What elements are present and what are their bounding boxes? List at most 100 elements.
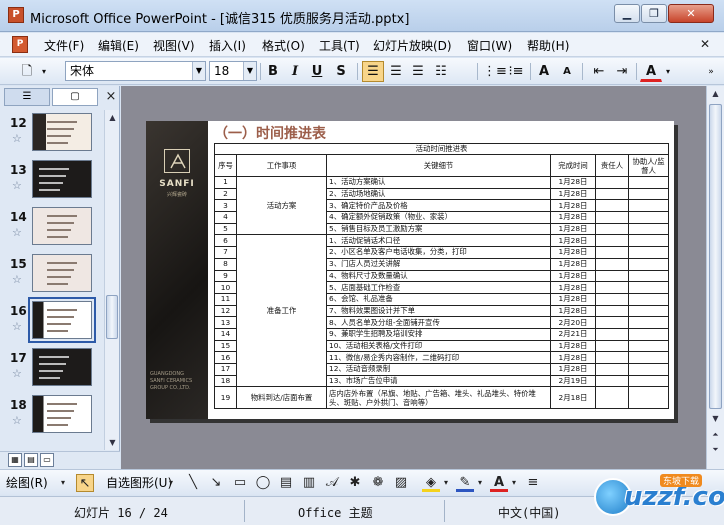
textbox-icon[interactable]: ▤ [277, 474, 295, 492]
font-size-combo[interactable]: 18 ▼ [209, 61, 257, 81]
completion-date: 1月28日 [550, 363, 596, 376]
animation-star-icon[interactable]: ☆ [12, 320, 22, 333]
diagram-icon[interactable]: ✱ [346, 474, 364, 492]
animation-star-icon[interactable]: ☆ [12, 226, 22, 239]
scroll-thumb[interactable] [709, 104, 722, 409]
increase-indent-icon[interactable]: ⇥ [611, 61, 633, 82]
menu-file[interactable]: 文件(F) [44, 37, 84, 54]
fill-color-icon[interactable]: ◈ [422, 474, 440, 492]
thumbnail-line [47, 269, 74, 271]
scroll-down-icon[interactable]: ▼ [105, 435, 120, 450]
scroll-thumb[interactable] [106, 295, 118, 339]
oval-tool-icon[interactable]: ◯ [254, 474, 272, 492]
slide-thumbnail[interactable]: 13 ☆ [0, 157, 104, 203]
line-style-icon[interactable]: ≡ [524, 474, 542, 492]
menu-view[interactable]: 视图(V) [153, 37, 195, 54]
numbering-icon[interactable]: ⋮≡ [482, 61, 507, 82]
sorter-view-icon[interactable]: ▤ [24, 453, 38, 467]
menu-format[interactable]: 格式(O) [262, 37, 305, 54]
animation-star-icon[interactable]: ☆ [12, 273, 22, 286]
slide-thumbnail[interactable]: 12 ☆ [0, 110, 104, 156]
close-button[interactable]: ✕ [668, 4, 714, 23]
toolbar-overflow-icon[interactable]: » [704, 61, 718, 82]
slide-scrollbar[interactable]: ▲ ▼ ⏶ ⏷ [706, 86, 724, 469]
align-center-icon[interactable]: ☰ [385, 61, 407, 82]
line-tool-icon[interactable]: ╲ [184, 474, 202, 492]
rectangle-tool-icon[interactable]: ▭ [231, 474, 249, 492]
window-title: Microsoft Office PowerPoint - [诚信315 优质服… [30, 12, 410, 27]
slide-thumbnail[interactable]: 14 ☆ [0, 204, 104, 250]
toolbar-options-icon[interactable]: ▾ [38, 61, 50, 82]
chevron-down-icon[interactable]: ▼ [243, 62, 256, 80]
line-color-icon[interactable]: ✎ [456, 474, 474, 492]
scroll-down-icon[interactable]: ▼ [707, 411, 724, 426]
draw-menu-button[interactable]: 绘图(R) [6, 474, 48, 491]
scroll-up-icon[interactable]: ▲ [105, 110, 120, 125]
slide-thumbnail[interactable]: 16 ☆ [0, 297, 104, 344]
shadow-button[interactable]: S [330, 61, 352, 82]
thumbnail-line [47, 222, 74, 224]
menu-edit[interactable]: 编辑(E) [98, 37, 139, 54]
chevron-down-icon[interactable]: ▾ [475, 474, 485, 492]
menu-slideshow[interactable]: 幻灯片放映(D) [373, 37, 452, 54]
close-document-icon[interactable]: ✕ [700, 37, 710, 51]
underline-button[interactable]: U [306, 61, 328, 82]
decrease-font-button[interactable]: A [556, 61, 578, 82]
thumbnail-line [47, 128, 74, 130]
slide-thumbnail[interactable]: 15 ☆ [0, 251, 104, 297]
menu-tools[interactable]: 工具(T) [319, 37, 360, 54]
slideshow-view-icon[interactable]: ▭ [40, 453, 54, 467]
chevron-down-icon[interactable]: ▾ [58, 474, 68, 492]
animation-star-icon[interactable]: ☆ [12, 367, 22, 380]
normal-view-icon[interactable]: ▦ [8, 453, 22, 467]
menu-help[interactable]: 帮助(H) [527, 37, 569, 54]
animation-star-icon[interactable]: ☆ [12, 414, 22, 427]
align-right-icon[interactable]: ☰ [407, 61, 429, 82]
next-slide-icon[interactable]: ⏷ [707, 442, 724, 457]
chevron-down-icon[interactable]: ▾ [441, 474, 451, 492]
animation-star-icon[interactable]: ☆ [12, 179, 22, 192]
document-icon[interactable]: P [12, 36, 28, 53]
clipart-icon[interactable]: ❁ [369, 474, 387, 492]
scroll-up-icon[interactable]: ▲ [707, 86, 724, 101]
thumbnail-line [47, 236, 68, 238]
minimize-button[interactable]: ▁ [614, 4, 640, 23]
previous-slide-icon[interactable]: ⏶ [707, 427, 724, 442]
chevron-down-icon[interactable]: ▾ [166, 474, 176, 492]
completion-date: 1月28日 [550, 351, 596, 364]
chevron-down-icon[interactable]: ▼ [192, 62, 205, 80]
arrow-tool-icon[interactable]: ↘ [207, 474, 225, 492]
chevron-down-icon[interactable]: ▾ [509, 474, 519, 492]
responsible-cell [595, 257, 629, 271]
italic-button[interactable]: I [284, 61, 306, 82]
thumbnail-scrollbar[interactable]: ▲ ▼ [104, 110, 119, 450]
column-header: 责任人 [595, 154, 629, 177]
vertical-textbox-icon[interactable]: ▥ [300, 474, 318, 492]
select-pointer-icon[interactable]: ↖ [76, 474, 94, 492]
font-color-button[interactable]: A [640, 61, 662, 82]
menu-window[interactable]: 窗口(W) [467, 37, 512, 54]
menu-insert[interactable]: 插入(I) [209, 37, 246, 54]
slides-tab[interactable]: ▢ [52, 88, 98, 106]
font-name-combo[interactable]: 宋体 ▼ [65, 61, 206, 81]
autoshapes-button[interactable]: 自选图形(U) [106, 474, 172, 491]
distributed-icon[interactable]: ☷ [430, 61, 452, 82]
slide-thumbnail[interactable]: 17 ☆ [0, 345, 104, 391]
slide-thumbnail[interactable]: 18 ☆ [0, 392, 104, 438]
chevron-down-icon[interactable]: ▾ [662, 61, 674, 82]
key-detail: 11、微信/易企秀内容制作，二维码打印 [326, 351, 551, 364]
insert-picture-icon[interactable]: ▨ [392, 474, 410, 492]
decrease-indent-icon[interactable]: ⇤ [588, 61, 610, 82]
bullets-icon[interactable]: ⁝≡ [505, 61, 527, 82]
close-icon[interactable]: × [104, 89, 118, 105]
wordart-icon[interactable]: 𝒜 [323, 474, 341, 492]
new-document-icon[interactable]: 🗋 [16, 61, 38, 82]
font-color-icon[interactable]: A [490, 474, 508, 492]
increase-font-button[interactable]: A [533, 61, 555, 82]
bold-button[interactable]: B [262, 61, 284, 82]
restore-button[interactable]: ❐ [641, 4, 667, 23]
outline-tab[interactable]: ☰ [4, 88, 50, 106]
align-left-icon[interactable]: ☰ [362, 61, 384, 82]
current-slide[interactable]: SANFI 兴辉瓷砖 GUANGDONG SANFI CERAMICS GROU… [146, 121, 674, 419]
animation-star-icon[interactable]: ☆ [12, 132, 22, 145]
